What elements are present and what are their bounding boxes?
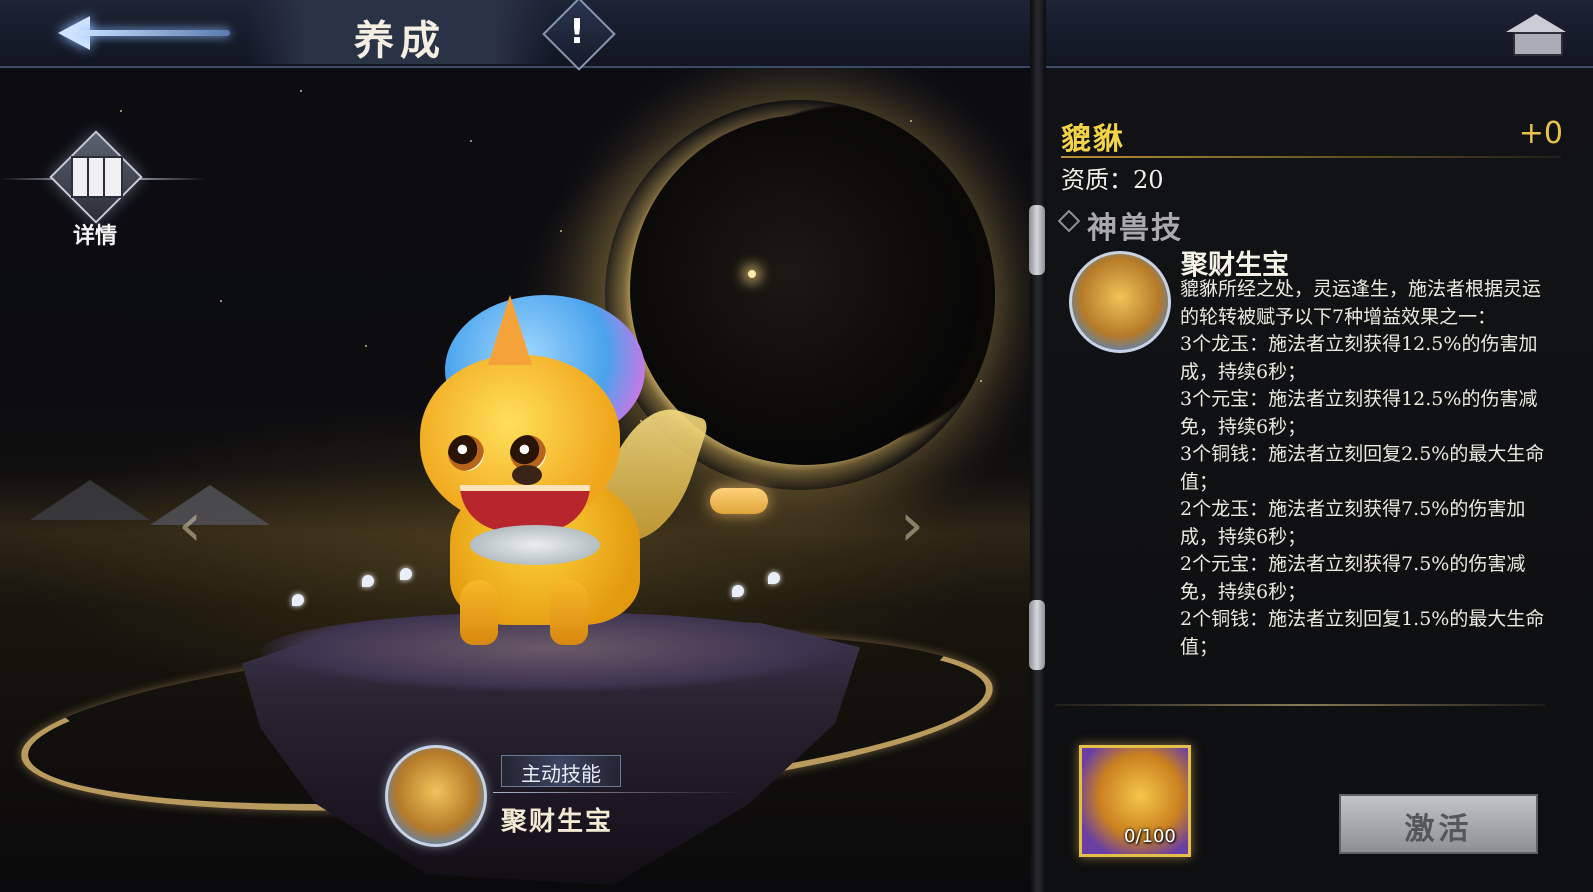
golden-cloud [710,488,768,514]
divider-ornament [1029,600,1045,670]
pet-leg [550,580,588,645]
pet-horn [488,295,532,365]
detail-label: 详情 [72,223,117,249]
flower [362,575,374,587]
pet-nose [512,465,542,485]
glowing-star [748,270,756,278]
pet-eye [448,435,484,471]
active-skill-tag: 主动技能 [501,755,621,787]
pet-collar [470,525,600,565]
diamond-icon [1057,209,1081,233]
panel-top-bar [1046,0,1593,68]
star [120,110,122,112]
pet-quality: 资质：20 [1061,166,1164,194]
back-arrow-shaft [80,30,230,36]
top-bar: 养成 ! [0,0,1046,71]
divider [1055,704,1545,706]
flower [768,572,780,584]
shard-count: 0/100 [1124,826,1176,847]
title-plate: 养成 [245,0,555,64]
previous-pet-arrow-icon[interactable]: ‹ [178,495,202,555]
active-skill-card[interactable]: 主动技能 聚财生宝 [385,745,745,847]
pixiu-pet-model[interactable] [400,295,710,655]
book-icon [67,156,123,198]
pet-showcase-scene: ‹ › 详情 主动技能 聚财生宝 养成 ! [0,0,1046,892]
pet-name: 貔貅 [1061,122,1125,157]
mountain [150,485,270,525]
next-pet-arrow-icon[interactable]: › [900,495,924,555]
home-button[interactable] [1501,8,1571,58]
activate-button[interactable]: 激活 [1339,794,1538,854]
mountain [30,480,150,520]
star [365,345,367,347]
section-title: 神兽技 [1087,211,1183,246]
flower [732,585,744,597]
star [220,300,222,302]
star [560,230,562,232]
star [980,380,982,382]
skill-description: 貔貅所经之处，灵运逢生，施法者根据灵运的轮转被赋予以下7种增益效果之一： 3个龙… [1180,278,1545,658]
skill-avatar-icon[interactable] [1069,251,1171,353]
panel-divider [1030,0,1046,892]
back-button[interactable] [50,8,240,58]
pavilion-icon-body [1513,32,1563,56]
active-skill-avatar-icon [385,745,487,847]
star [300,90,302,92]
detail-button[interactable]: 详情 [45,130,145,250]
divider-ornament [1029,205,1045,275]
active-skill-tag-label: 主动技能 [521,762,601,786]
divider [493,792,743,793]
pet-leg [460,580,498,645]
star [910,120,912,122]
pet-level: +0 [1518,116,1563,151]
star [470,140,472,142]
active-skill-name: 聚财生宝 [501,807,614,837]
page-title: 养成 [354,17,446,64]
activate-label: 激活 [1404,812,1473,847]
name-underline [1061,156,1561,158]
flower [292,594,304,606]
pavilion-icon [1506,14,1566,32]
